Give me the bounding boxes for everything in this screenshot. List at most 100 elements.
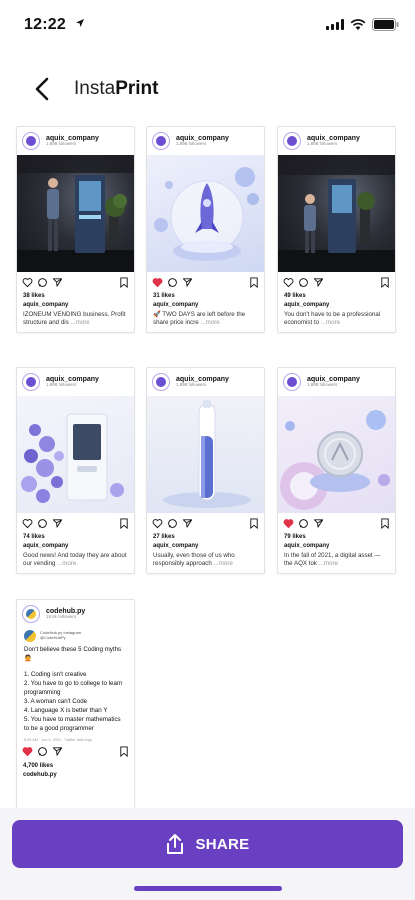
bookmark-icon[interactable] — [249, 517, 259, 529]
tweet-handle: @CodeHubPy — [40, 635, 66, 640]
bookmark-icon[interactable] — [119, 746, 129, 758]
avatar — [283, 132, 301, 150]
caption-account: aquix_company — [153, 543, 199, 549]
likes-count: 79 likes — [284, 534, 306, 540]
caption-account: codehub.py — [23, 771, 57, 778]
post-header: codehub.py 19.8k followers — [17, 600, 134, 628]
post-caption: You don't have to be a professional econ… — [284, 311, 381, 327]
post-card[interactable]: aquix_company 1,898 followers — [277, 126, 396, 333]
post-followers: 1,898 followers — [307, 141, 338, 147]
caption-account: aquix_company — [23, 543, 69, 549]
back-button[interactable] — [30, 74, 58, 104]
post-caption: Usually, even those of us who responsibl… — [153, 552, 235, 568]
caption-account: aquix_company — [153, 302, 199, 308]
tweet-text: Don't believe these 5 Coding myths🙅 1. C… — [24, 646, 123, 732]
heart-filled-icon[interactable] — [283, 518, 294, 529]
likes-count: 74 likes — [23, 534, 45, 540]
post-card[interactable]: aquix_company 1,898 followers — [16, 126, 135, 333]
title-print: Print — [115, 78, 159, 99]
more-link[interactable]: ...more — [200, 319, 219, 326]
bookmark-icon[interactable] — [249, 276, 259, 288]
home-indicator — [134, 886, 282, 891]
post-followers: 1,898 followers — [46, 382, 77, 388]
avatar — [22, 132, 40, 150]
comment-icon[interactable] — [167, 277, 178, 288]
comment-icon[interactable] — [298, 277, 309, 288]
send-icon[interactable] — [313, 518, 324, 529]
bookmark-icon[interactable] — [119, 517, 129, 529]
likes-count: 4,700 likes — [23, 762, 54, 769]
share-label: SHARE — [195, 835, 250, 853]
status-time: 12:22 — [24, 16, 66, 33]
post-caption: 🚀 TWO DAYS are left before the share pri… — [153, 311, 246, 327]
post-card[interactable]: aquix_company 1,898 followers 27 likes a… — [146, 367, 265, 574]
status-indicators — [326, 18, 399, 31]
post-image-vending — [17, 155, 134, 272]
comment-icon[interactable] — [298, 518, 309, 529]
more-link[interactable]: ...more — [321, 319, 340, 326]
more-link[interactable]: ...more — [214, 560, 233, 567]
more-link[interactable]: ...more — [70, 319, 89, 326]
avatar — [22, 373, 40, 391]
avatar — [152, 373, 170, 391]
comment-icon[interactable] — [37, 518, 48, 529]
app-header: InstaPrint — [0, 70, 415, 110]
heart-filled-icon[interactable] — [22, 746, 33, 757]
tweet-avatar — [24, 630, 36, 642]
title-insta: Insta — [74, 78, 116, 99]
post-caption: IZONEUM VENDING business. Profit structu… — [23, 311, 126, 327]
post-header: aquix_company 1,898 followers — [17, 127, 134, 155]
heart-icon[interactable] — [152, 518, 163, 529]
post-card[interactable]: aquix_company 1,898 followers — [16, 367, 135, 574]
post-image-bubbles — [17, 396, 134, 513]
post-followers: 1,898 followers — [176, 141, 207, 147]
post-followers: 1,898 followers — [46, 141, 77, 147]
more-link[interactable]: ...more — [57, 560, 76, 567]
post-followers: 19.8k followers — [46, 614, 77, 620]
comment-icon[interactable] — [37, 277, 48, 288]
bookmark-icon[interactable] — [119, 276, 129, 288]
share-bar: SHARE — [0, 808, 415, 900]
share-button[interactable]: SHARE — [12, 820, 403, 868]
likes-count: 27 likes — [153, 534, 175, 540]
send-icon[interactable] — [182, 518, 193, 529]
heart-icon[interactable] — [283, 277, 294, 288]
avatar — [152, 132, 170, 150]
caption-account: aquix_company — [284, 302, 330, 308]
send-icon[interactable] — [52, 277, 63, 288]
post-image-vending — [278, 155, 395, 272]
post-header: aquix_company 1,898 followers — [278, 127, 395, 155]
caption-account: aquix_company — [284, 543, 330, 549]
post-actions — [147, 513, 264, 533]
likes-count: 49 likes — [284, 293, 306, 299]
send-icon[interactable] — [182, 277, 193, 288]
comment-icon[interactable] — [37, 746, 48, 757]
more-link[interactable]: ...more — [319, 560, 338, 567]
post-card-tweet[interactable]: codehub.py 19.8k followers CodeHub.py In… — [16, 599, 135, 819]
heart-icon[interactable] — [22, 277, 33, 288]
heart-icon[interactable] — [22, 518, 33, 529]
comment-icon[interactable] — [167, 518, 178, 529]
location-icon — [75, 17, 85, 31]
post-card[interactable]: aquix_company 1,898 followers — [146, 126, 265, 333]
post-header: aquix_company 1,898 followers — [278, 368, 395, 396]
post-header: aquix_company 1,898 followers — [147, 368, 264, 396]
signal-icon — [326, 19, 344, 30]
send-icon[interactable] — [52, 518, 63, 529]
post-header: aquix_company 1,898 followers — [147, 127, 264, 155]
post-caption: In the fall of 2021, a digital asset — t… — [284, 552, 381, 568]
bookmark-icon[interactable] — [380, 276, 390, 288]
post-image-tube — [147, 396, 264, 513]
heart-filled-icon[interactable] — [152, 277, 163, 288]
post-actions — [278, 272, 395, 292]
caption-account: aquix_company — [23, 302, 69, 308]
battery-icon — [372, 18, 399, 31]
chevron-left-icon — [35, 77, 49, 101]
post-card[interactable]: aquix_company 1,898 followers — [277, 367, 396, 574]
send-icon[interactable] — [52, 746, 63, 757]
bookmark-icon[interactable] — [380, 517, 390, 529]
send-icon[interactable] — [313, 277, 324, 288]
post-caption: Good news! And today they are about our … — [23, 552, 127, 568]
share-icon — [167, 834, 184, 854]
post-image-rocket — [147, 155, 264, 272]
